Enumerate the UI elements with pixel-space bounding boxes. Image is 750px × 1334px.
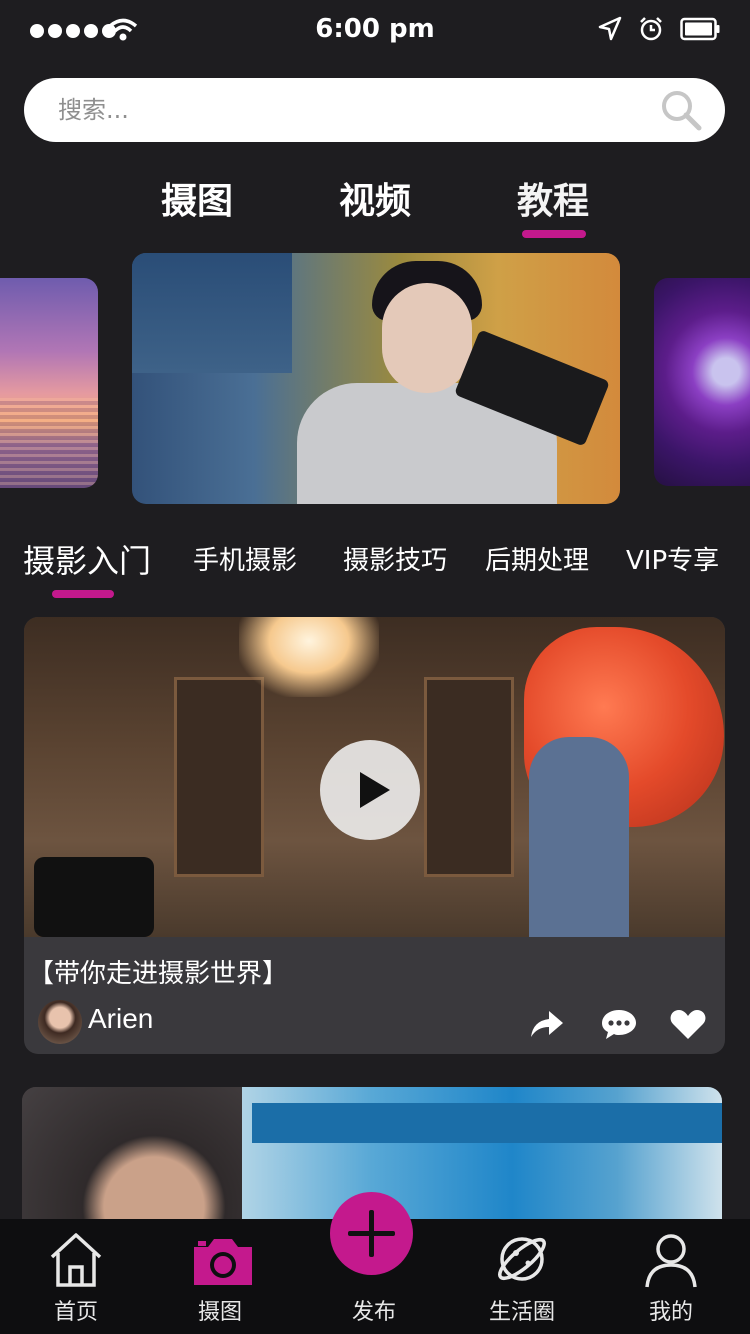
user-icon [645,1234,697,1288]
location-arrow-icon [598,16,622,41]
share-icon[interactable] [527,1007,565,1041]
alarm-clock-icon [640,17,662,41]
play-button[interactable] [320,740,420,840]
carousel-slide-tunnel[interactable] [654,278,750,486]
nav-label-life-circle: 生活圈 [488,1300,555,1325]
carousel-slide-featured[interactable] [132,253,620,504]
active-category-indicator [52,590,114,598]
nav-item-life-circle[interactable]: 生活圈 [462,1219,582,1334]
nav-label-home: 首页 [53,1300,98,1325]
nav-item-photos[interactable]: 摄图 [160,1219,280,1334]
tab-tutorials[interactable]: 教程 [493,172,613,224]
active-tab-indicator [522,230,586,238]
nav-label-profile: 我的 [648,1300,693,1325]
home-icon [50,1233,102,1287]
search-input[interactable] [58,78,618,142]
camera-icon [194,1239,252,1285]
tab-photos[interactable]: 摄图 [137,172,257,224]
status-bar: 6:00 pm [0,0,750,60]
category-tab-techniques[interactable]: 摄影技巧 [343,540,447,577]
top-tab-bar: 摄图 视频 教程 [0,172,750,242]
video-title: 【带你走进摄影世界】 [28,959,289,989]
author-name[interactable]: Arien [88,1003,153,1035]
nav-item-home[interactable]: 首页 [16,1219,136,1334]
category-tab-mobile[interactable]: 手机摄影 [193,540,297,577]
comment-icon[interactable] [600,1007,638,1041]
nav-label-photos: 摄图 [197,1300,242,1325]
nav-label-publish: 发布 [351,1300,396,1325]
carousel-slide-sunset[interactable] [0,278,98,488]
planet-icon [498,1237,546,1281]
author-avatar[interactable] [38,1000,82,1044]
battery-icon [680,17,720,41]
search-bar[interactable] [24,78,725,142]
publish-button[interactable] [330,1192,413,1275]
nav-item-profile[interactable]: 我的 [611,1219,731,1334]
tab-videos[interactable]: 视频 [315,172,435,224]
heart-icon[interactable] [669,1007,707,1041]
category-tab-post-processing[interactable]: 后期处理 [485,540,589,577]
category-tab-intro[interactable]: 摄影入门 [23,536,151,582]
category-tab-bar: 摄影入门 手机摄影 摄影技巧 后期处理 VIP专享 [0,536,750,606]
search-icon[interactable] [659,88,703,132]
video-thumbnail[interactable] [24,617,725,937]
category-tab-vip[interactable]: VIP专享 [626,540,719,577]
video-card[interactable]: 【带你走进摄影世界】 Arien [24,617,725,1054]
